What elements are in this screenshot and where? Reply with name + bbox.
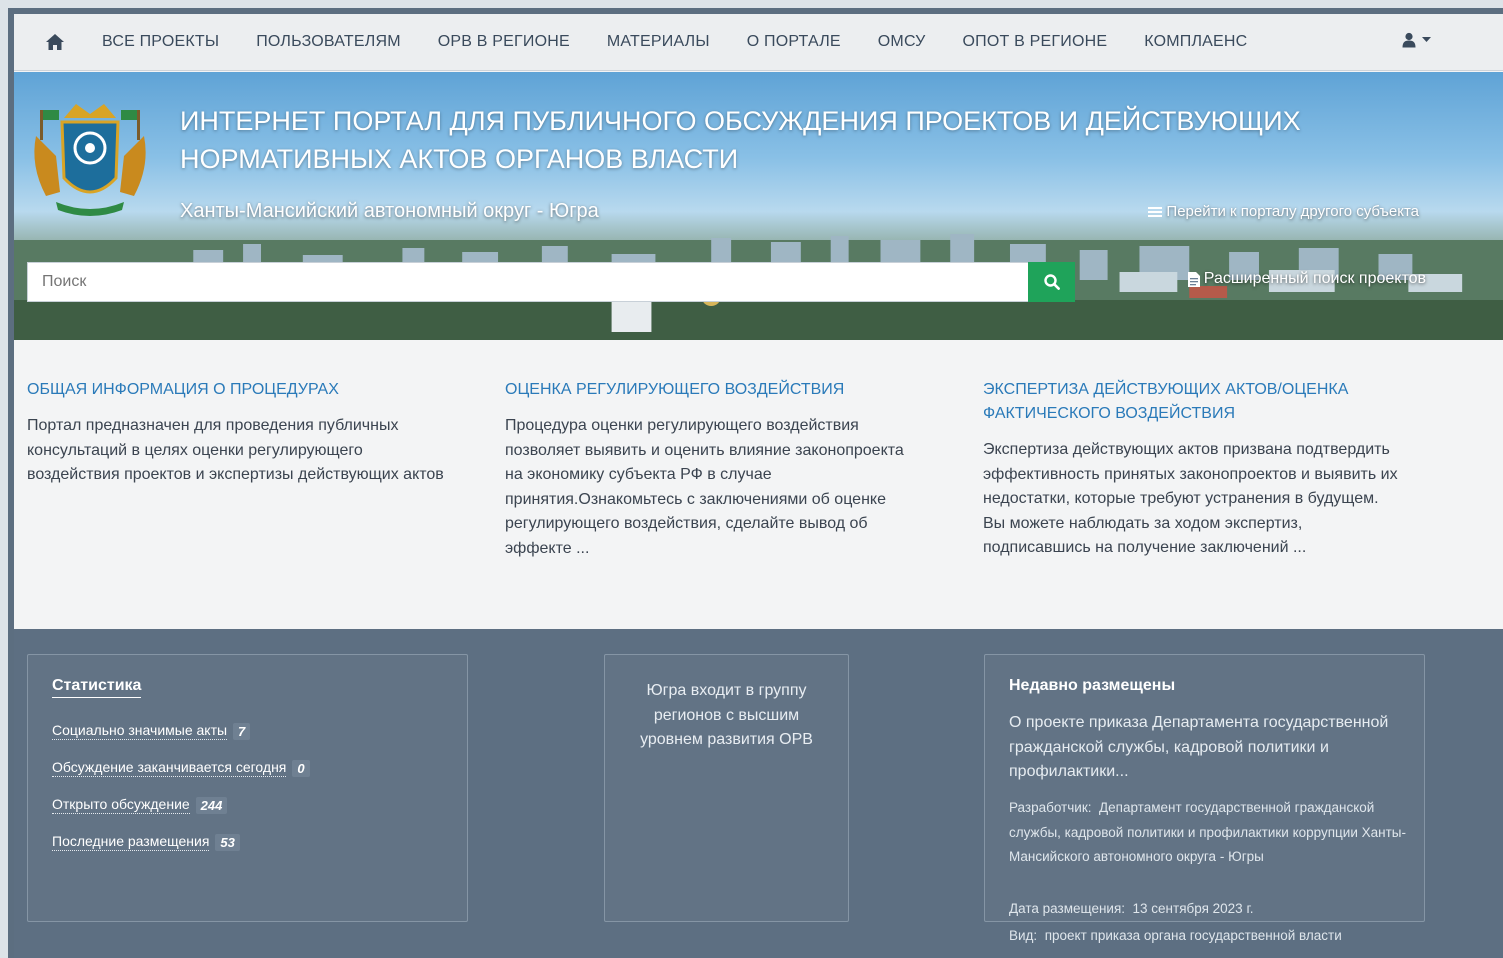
top-navbar: ВСЕ ПРОЕКТЫ ПОЛЬЗОВАТЕЛЯМ ОРВ В РЕГИОНЕ … — [14, 14, 1503, 71]
recent-project-kind: Вид: проект приказа органа государственн… — [1009, 924, 1409, 949]
list-icon — [1148, 206, 1163, 217]
stat-label: Открыто обсуждение — [52, 796, 190, 814]
recent-projects-panel: Недавно размещены О проекте приказа Депа… — [984, 654, 1425, 943]
info-title-expertise[interactable]: ЭКСПЕРТИЗА ДЕЙСТВУЮЩИХ АКТОВ/ОЦЕНКА ФАКТ… — [983, 378, 1403, 426]
search-input[interactable] — [27, 262, 1029, 302]
info-title-general[interactable]: ОБЩАЯ ИНФОРМАЦИЯ О ПРОЦЕДУРАХ — [27, 378, 447, 402]
info-text-expertise: Экспертиза действующих актов призвана по… — [983, 441, 1398, 556]
other-portal-label: Перейти к порталу другого субъекта — [1166, 203, 1419, 220]
search-icon — [1043, 274, 1060, 290]
header-banner: ИНТЕРНЕТ ПОРТАЛ ДЛЯ ПУБЛИЧНОГО ОБСУЖДЕНИ… — [14, 72, 1503, 340]
info-text-general: Портал предназначен для проведения публи… — [27, 417, 444, 483]
search-button[interactable] — [1028, 262, 1075, 302]
nav-item-opot-region[interactable]: ОПОТ В РЕГИОНЕ — [963, 33, 1108, 51]
stat-count-badge: 7 — [233, 722, 251, 740]
recent-project-link[interactable]: О проекте приказа Департамента государст… — [1009, 711, 1409, 785]
stat-label: Социально значимые акты — [52, 722, 228, 740]
recent-projects-title: Недавно размещены — [1009, 677, 1176, 694]
document-icon — [1187, 271, 1200, 287]
stat-count-badge: 53 — [215, 833, 240, 851]
caret-down-icon — [1422, 37, 1431, 42]
kind-value: проект приказа органа государственной вл… — [1044, 928, 1342, 943]
stat-row-social[interactable]: Социально значимые акты 7 — [52, 722, 251, 740]
stat-count-badge: 244 — [195, 796, 228, 814]
stat-row-open[interactable]: Открыто обсуждение 244 — [52, 796, 228, 814]
nav-item-orv-region[interactable]: ОРВ В РЕГИОНЕ — [438, 33, 570, 51]
date-label: Дата размещения: — [1009, 901, 1126, 916]
nav-item-omsu[interactable]: ОМСУ — [878, 33, 926, 51]
kind-label: Вид: — [1009, 928, 1038, 943]
statistics-title: Статистика — [52, 677, 142, 698]
bottom-section: Статистика Социально значимые акты 7 Обс… — [14, 629, 1503, 958]
recent-project-date: Дата размещения: 13 сентября 2023 г. — [1009, 897, 1409, 922]
orv-rating-text: Югра входит в группу регионов с высшим у… — [640, 682, 813, 748]
nav-item-users[interactable]: ПОЛЬЗОВАТЕЛЯМ — [256, 33, 401, 51]
statistics-panel: Статистика Социально значимые акты 7 Обс… — [27, 654, 468, 922]
user-menu[interactable] — [1402, 32, 1431, 48]
nav-item-materials[interactable]: МАТЕРИАЛЫ — [607, 33, 710, 51]
info-title-orv[interactable]: ОЦЕНКА РЕГУЛИРУЮЩЕГО ВОЗДЕЙСТВИЯ — [505, 378, 925, 402]
advanced-search-link[interactable]: Расширенный поиск проектов — [1187, 270, 1426, 288]
recent-project-developer: Разработчик: Департамент государственной… — [1009, 796, 1409, 870]
region-name: Ханты-Мансийский автономный округ - Югра — [180, 200, 599, 222]
other-portal-link[interactable]: Перейти к порталу другого субъекта — [1148, 203, 1419, 220]
stat-label: Последние размещения — [52, 833, 210, 851]
nav-item-all-projects[interactable]: ВСЕ ПРОЕКТЫ — [102, 33, 219, 51]
developer-label: Разработчик: — [1009, 800, 1092, 815]
info-text-orv: Процедура оценки регулирующего воздейств… — [505, 417, 904, 557]
stat-label: Обсуждение заканчивается сегодня — [52, 759, 287, 777]
procedures-info-section: ОБЩАЯ ИНФОРМАЦИЯ О ПРОЦЕДУРАХ Портал пре… — [14, 340, 1503, 629]
orv-rating-panel: Югра входит в группу регионов с высшим у… — [604, 654, 849, 922]
info-column-general: ОБЩАЯ ИНФОРМАЦИЯ О ПРОЦЕДУРАХ Портал пре… — [27, 378, 447, 488]
user-icon — [1402, 32, 1416, 48]
nav-item-about[interactable]: О ПОРТАЛЕ — [747, 33, 841, 51]
nav-item-compliance[interactable]: КОМПЛАЕНС — [1144, 33, 1247, 51]
info-column-expertise: ЭКСПЕРТИЗА ДЕЙСТВУЮЩИХ АКТОВ/ОЦЕНКА ФАКТ… — [983, 378, 1403, 561]
info-column-orv: ОЦЕНКА РЕГУЛИРУЮЩЕГО ВОЗДЕЙСТВИЯ Процеду… — [505, 378, 925, 561]
stat-count-badge: 0 — [292, 759, 310, 777]
stat-row-recent[interactable]: Последние размещения 53 — [52, 833, 240, 851]
date-value: 13 сентября 2023 г. — [1132, 901, 1254, 916]
home-icon[interactable] — [45, 32, 65, 52]
stat-row-ending-today[interactable]: Обсуждение заканчивается сегодня 0 — [52, 759, 310, 777]
portal-title: ИНТЕРНЕТ ПОРТАЛ ДЛЯ ПУБЛИЧНОГО ОБСУЖДЕНИ… — [180, 106, 1301, 174]
page-frame: ВСЕ ПРОЕКТЫ ПОЛЬЗОВАТЕЛЯМ ОРВ В РЕГИОНЕ … — [8, 8, 1503, 958]
advanced-search-label: Расширенный поиск проектов — [1203, 270, 1426, 287]
coat-of-arms-logo — [34, 104, 146, 216]
